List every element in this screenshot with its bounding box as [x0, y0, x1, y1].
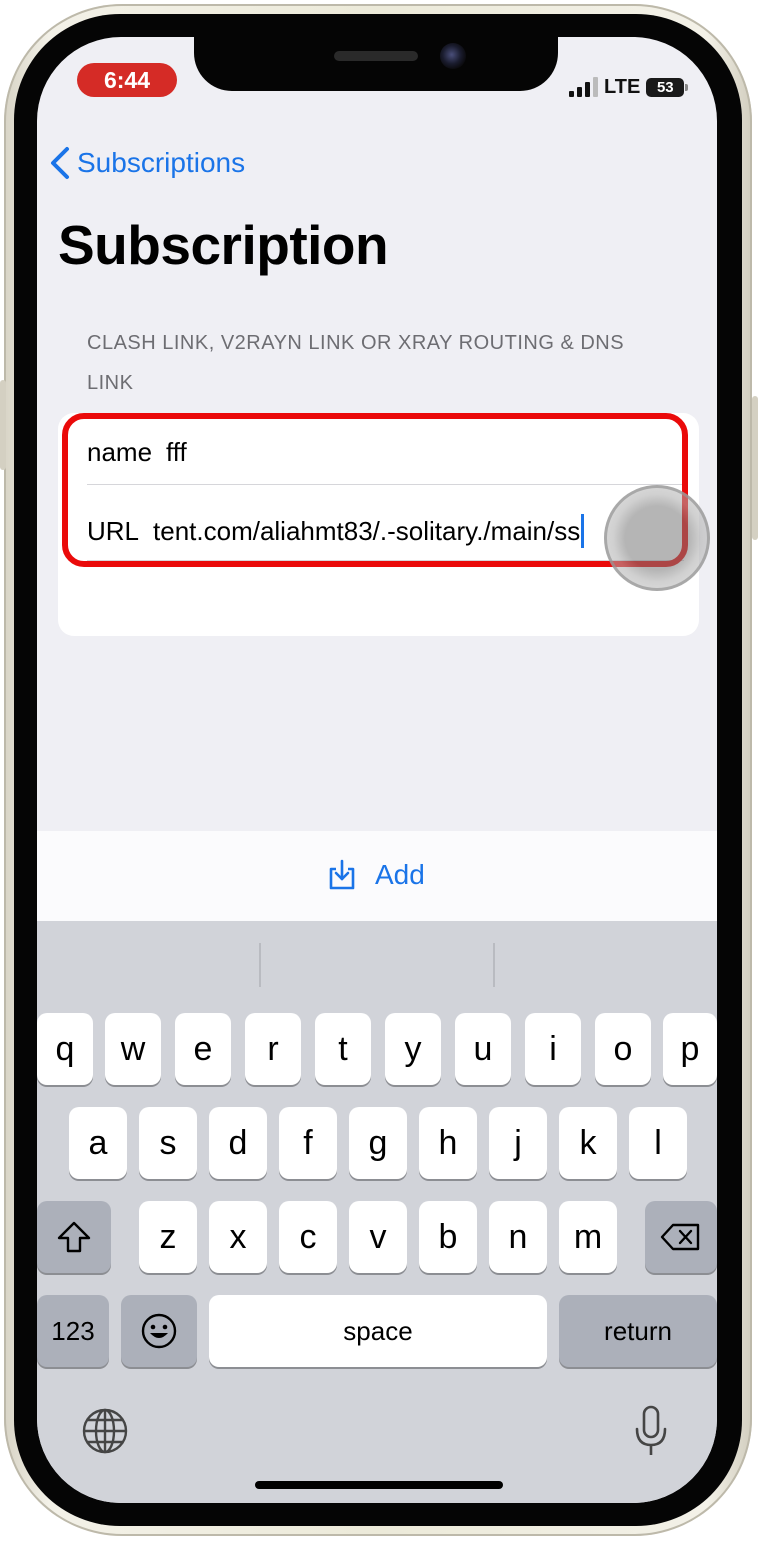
keyboard: q w e r t y u i o p a s d f g h j k l z …: [37, 921, 717, 1503]
key-b[interactable]: b: [419, 1201, 477, 1273]
key-h[interactable]: h: [419, 1107, 477, 1179]
front-camera: [440, 43, 466, 69]
suggestion-divider: [259, 943, 261, 987]
key-g[interactable]: g: [349, 1107, 407, 1179]
chevron-left-icon: [51, 147, 69, 179]
home-indicator[interactable]: [255, 1481, 503, 1489]
delete-backspace-icon: [660, 1223, 700, 1251]
suggestion-divider: [493, 943, 495, 987]
key-o[interactable]: o: [595, 1013, 651, 1085]
form-divider: [87, 560, 684, 561]
globe-icon[interactable]: [81, 1407, 129, 1455]
key-m[interactable]: m: [559, 1201, 617, 1273]
key-y[interactable]: y: [385, 1013, 441, 1085]
url-field-value[interactable]: tent.com/aliahmt83/.-solitary./main/ss: [153, 516, 580, 547]
shift-icon: [57, 1221, 91, 1253]
key-j[interactable]: j: [489, 1107, 547, 1179]
status-indicators: LTE 53: [569, 75, 689, 99]
key-c[interactable]: c: [279, 1201, 337, 1273]
emoji-icon: [141, 1313, 177, 1349]
key-r[interactable]: r: [245, 1013, 301, 1085]
page-title: Subscription: [58, 214, 389, 276]
delete-key[interactable]: [645, 1201, 717, 1273]
network-type: LTE: [604, 75, 641, 98]
back-button-label: Subscriptions: [77, 147, 246, 178]
emoji-key[interactable]: [121, 1295, 197, 1367]
key-w[interactable]: w: [105, 1013, 161, 1085]
volume-up-button: [0, 380, 6, 470]
add-button-label: Add: [375, 859, 425, 890]
key-u[interactable]: u: [455, 1013, 511, 1085]
shift-key[interactable]: [37, 1201, 111, 1273]
microphone-icon[interactable]: [633, 1405, 669, 1459]
battery-icon: 53: [646, 77, 689, 97]
key-l[interactable]: l: [629, 1107, 687, 1179]
key-z[interactable]: z: [139, 1201, 197, 1273]
key-v[interactable]: v: [349, 1201, 407, 1273]
status-time: 6:44: [77, 63, 177, 97]
download-tray-icon: [329, 859, 355, 890]
key-d[interactable]: d: [209, 1107, 267, 1179]
url-field-label: URL: [87, 515, 140, 546]
key-e[interactable]: e: [175, 1013, 231, 1085]
cellular-signal-icon: [569, 77, 598, 97]
key-i[interactable]: i: [525, 1013, 581, 1085]
numbers-key[interactable]: 123: [37, 1295, 109, 1367]
name-field-value[interactable]: fff: [166, 437, 187, 468]
power-button: [752, 396, 758, 540]
subscription-form: name fff URL tent.com/aliahmt83/.-solita…: [58, 413, 699, 636]
key-s[interactable]: s: [139, 1107, 197, 1179]
key-k[interactable]: k: [559, 1107, 617, 1179]
key-a[interactable]: a: [69, 1107, 127, 1179]
key-t[interactable]: t: [315, 1013, 371, 1085]
speaker-grille: [334, 51, 418, 61]
key-p[interactable]: p: [663, 1013, 717, 1085]
name-field-label: name: [87, 436, 153, 467]
key-q[interactable]: q: [37, 1013, 93, 1085]
key-n[interactable]: n: [489, 1201, 547, 1273]
key-f[interactable]: f: [279, 1107, 337, 1179]
add-button[interactable]: Add: [327, 859, 425, 891]
touch-indicator: [604, 485, 710, 591]
text-caret: [581, 514, 585, 548]
add-toolbar: Add: [37, 831, 717, 921]
key-x[interactable]: x: [209, 1201, 267, 1273]
form-divider: [87, 484, 684, 485]
notch: [194, 37, 558, 91]
screen: 6:44 LTE 53 Subscriptions Subscription C…: [37, 37, 717, 1503]
return-key[interactable]: return: [559, 1295, 717, 1367]
name-field[interactable]: name fff: [87, 427, 699, 477]
section-header: CLASH LINK, V2RAYN LINK OR XRAY ROUTING …: [87, 332, 625, 394]
space-key[interactable]: space: [209, 1295, 547, 1367]
back-button[interactable]: Subscriptions: [47, 143, 245, 183]
